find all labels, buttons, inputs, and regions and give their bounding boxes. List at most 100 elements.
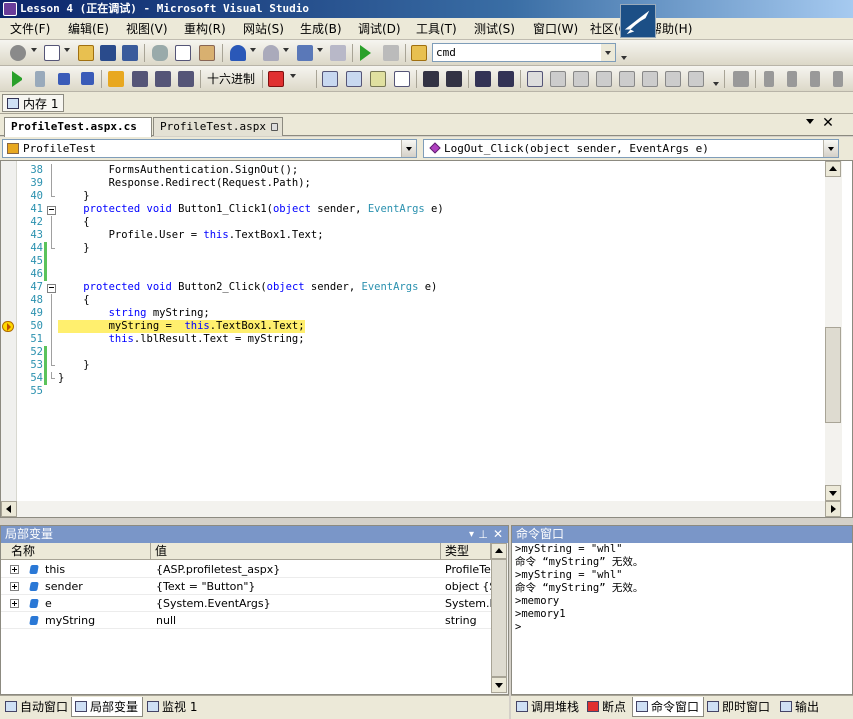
editor-horizontal-scrollbar[interactable] bbox=[1, 501, 842, 517]
code-line[interactable]: 51 this.lblResult.Text = myString; bbox=[1, 333, 825, 346]
code-line[interactable]: 41 protected void Button1_Click1(object … bbox=[1, 203, 825, 216]
class-combo[interactable]: ProfileTest bbox=[2, 139, 417, 158]
new-project-icon[interactable] bbox=[10, 45, 26, 61]
menu-edit[interactable]: 编辑(E) bbox=[68, 21, 109, 37]
new-project-dropdown[interactable] bbox=[31, 48, 37, 52]
start-debugging-icon[interactable] bbox=[360, 45, 371, 61]
tab-output[interactable]: 输出 bbox=[777, 697, 823, 717]
find-in-files-icon[interactable] bbox=[411, 45, 427, 61]
window-position-icon[interactable]: ▾ bbox=[469, 526, 474, 543]
close-icon[interactable]: ✕ bbox=[493, 526, 503, 543]
tab-command-window[interactable]: 命令窗口 bbox=[632, 697, 705, 717]
menu-window[interactable]: 窗口(W) bbox=[533, 21, 578, 37]
command-combo[interactable]: cmd bbox=[432, 43, 616, 62]
align-left-icon[interactable] bbox=[764, 71, 774, 87]
locals-row[interactable]: e {System.EventArgs} System.E bbox=[1, 595, 491, 612]
scroll-down-button[interactable] bbox=[825, 485, 841, 501]
step-out-icon[interactable] bbox=[178, 71, 194, 87]
code-line[interactable]: 44 } bbox=[1, 242, 825, 255]
attach-icon[interactable] bbox=[383, 45, 399, 61]
active-files-dropdown[interactable] bbox=[806, 119, 814, 124]
column-type[interactable]: 类型 bbox=[441, 543, 491, 560]
tab-breakpoints[interactable]: 断点 bbox=[584, 697, 630, 717]
align-top-icon[interactable] bbox=[833, 71, 843, 87]
column-value[interactable]: 值 bbox=[151, 543, 441, 560]
locals-value[interactable]: {Text = "Button"} bbox=[156, 578, 436, 595]
scroll-up-button[interactable] bbox=[825, 161, 841, 177]
tab-watch-1[interactable]: 监视 1 bbox=[144, 697, 201, 717]
column-name[interactable]: 名称 bbox=[1, 543, 151, 560]
undo-dropdown[interactable] bbox=[250, 48, 256, 52]
clear-bookmarks-icon[interactable] bbox=[688, 71, 704, 87]
menu-debug[interactable]: 调试(D) bbox=[358, 21, 401, 37]
save-icon[interactable] bbox=[100, 45, 116, 61]
outdent-icon[interactable] bbox=[446, 71, 462, 87]
member-combo-arrow[interactable] bbox=[823, 140, 838, 157]
prev-bookmark-doc-icon[interactable] bbox=[642, 71, 658, 87]
close-document-button[interactable]: ✕ bbox=[821, 115, 835, 131]
align-center-icon[interactable] bbox=[787, 71, 797, 87]
add-item-dropdown[interactable] bbox=[64, 48, 70, 52]
scroll-down-button[interactable] bbox=[491, 677, 507, 693]
step-over-icon[interactable] bbox=[155, 71, 171, 87]
locals-row[interactable]: myString null string bbox=[1, 612, 491, 629]
navigate-backward-icon[interactable] bbox=[297, 45, 313, 61]
expand-icon[interactable] bbox=[10, 582, 19, 591]
code-line[interactable]: 50 myString = this.TextBox1.Text; bbox=[1, 320, 825, 333]
show-next-statement-icon[interactable] bbox=[108, 71, 124, 87]
code-line[interactable]: 43 Profile.User = this.TextBox1.Text; bbox=[1, 229, 825, 242]
cut-icon[interactable] bbox=[152, 45, 168, 61]
code-line[interactable]: 39 Response.Redirect(Request.Path); bbox=[1, 177, 825, 190]
collapse-region-icon[interactable] bbox=[47, 203, 56, 216]
navigate-forward-icon[interactable] bbox=[330, 45, 346, 61]
command-window[interactable]: 命令窗口 >myString = "whl" 命令 “myString” 无效。 >… bbox=[511, 525, 853, 695]
undo-icon[interactable] bbox=[230, 45, 246, 61]
scroll-thumb[interactable] bbox=[491, 559, 507, 677]
scroll-thumb[interactable] bbox=[825, 327, 841, 423]
continue-icon[interactable] bbox=[12, 71, 22, 87]
prev-bookmark-folder-icon[interactable] bbox=[596, 71, 612, 87]
menu-refactor[interactable]: 重构(R) bbox=[184, 21, 226, 37]
add-item-icon[interactable] bbox=[44, 45, 60, 61]
comment-icon[interactable] bbox=[475, 71, 491, 87]
redo-dropdown[interactable] bbox=[283, 48, 289, 52]
code-editor[interactable]: 38 FormsAuthentication.SignOut(); 39 Resp… bbox=[0, 160, 853, 518]
indent-icon[interactable] bbox=[423, 71, 439, 87]
member-combo[interactable]: LogOut_Click(object sender, EventArgs e) bbox=[423, 139, 839, 158]
auto-hide-pin-icon[interactable]: ⊥ bbox=[478, 526, 488, 543]
menu-view[interactable]: 视图(V) bbox=[126, 21, 168, 37]
edit-icon[interactable] bbox=[370, 71, 386, 87]
windows-dropdown[interactable] bbox=[290, 74, 296, 78]
text-editor-options-dropdown[interactable] bbox=[713, 82, 719, 86]
stop-debugging-icon[interactable] bbox=[58, 73, 70, 85]
scroll-up-button[interactable] bbox=[491, 543, 507, 559]
menu-website[interactable]: 网站(S) bbox=[243, 21, 284, 37]
locals-row[interactable]: this {ASP.profiletest_aspx} ProfileTes bbox=[1, 561, 491, 578]
expand-icon[interactable] bbox=[10, 599, 19, 608]
code-line[interactable]: 53 } bbox=[1, 359, 825, 372]
scroll-left-button[interactable] bbox=[1, 501, 17, 517]
class-combo-arrow[interactable] bbox=[401, 140, 416, 157]
navigate-backward-dropdown[interactable] bbox=[317, 48, 323, 52]
copy-icon[interactable] bbox=[175, 45, 191, 61]
expand-icon[interactable] bbox=[10, 565, 19, 574]
code-line[interactable]: 45 bbox=[1, 255, 825, 268]
open-file-icon[interactable] bbox=[78, 45, 94, 61]
hexadecimal-button[interactable]: 十六进制 bbox=[203, 70, 259, 88]
scroll-right-button[interactable] bbox=[825, 501, 841, 517]
locals-value[interactable]: {ASP.profiletest_aspx} bbox=[156, 561, 436, 578]
step-into-icon[interactable] bbox=[132, 71, 148, 87]
restart-icon[interactable] bbox=[81, 72, 94, 85]
prev-bookmark-icon[interactable] bbox=[550, 71, 566, 87]
paste-icon[interactable] bbox=[199, 45, 215, 61]
menu-help[interactable]: 帮助(H) bbox=[650, 21, 692, 37]
next-bookmark-folder-icon[interactable] bbox=[619, 71, 635, 87]
break-all-icon[interactable] bbox=[35, 71, 45, 87]
menu-test[interactable]: 测试(S) bbox=[474, 21, 515, 37]
next-bookmark-icon[interactable] bbox=[573, 71, 589, 87]
align-grid-icon[interactable] bbox=[733, 71, 749, 87]
locals-vertical-scrollbar[interactable] bbox=[491, 543, 508, 694]
tab-call-stack[interactable]: 调用堆栈 bbox=[513, 697, 583, 717]
uncomment-icon[interactable] bbox=[498, 71, 514, 87]
collapse-region-icon[interactable] bbox=[47, 281, 56, 294]
